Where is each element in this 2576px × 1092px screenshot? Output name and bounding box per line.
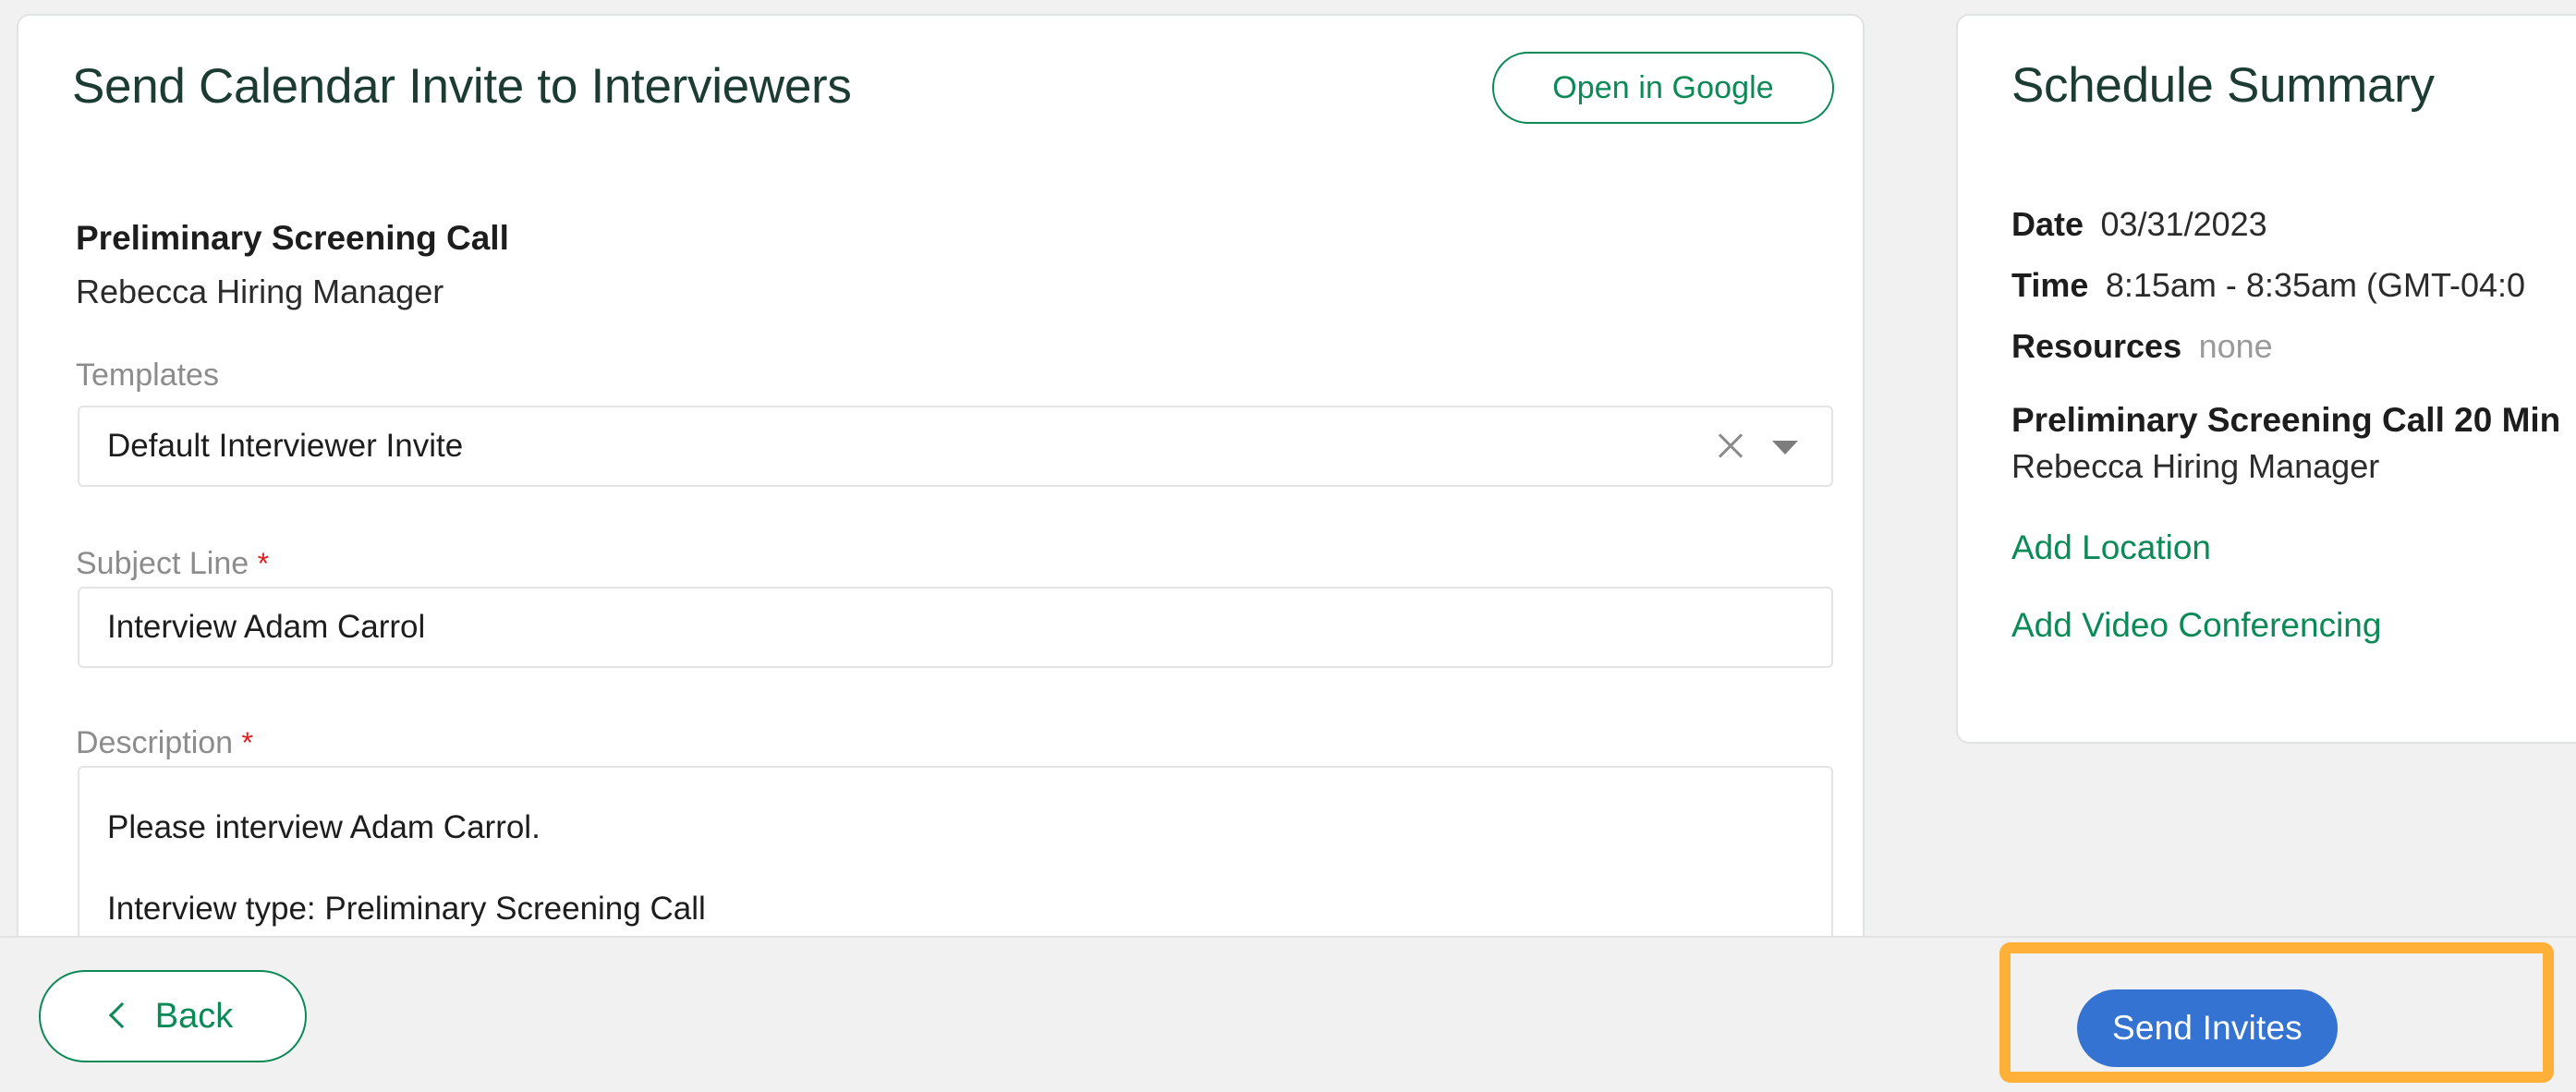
send-invites-button[interactable]: Send Invites (2077, 989, 2338, 1067)
schedule-summary-rows: Date 03/31/2023 Time 8:15am - 8:35am (GM… (2011, 205, 2576, 486)
back-button-label: Back (154, 996, 234, 1036)
open-in-google-button[interactable]: Open in Google (1492, 52, 1834, 124)
description-line-2: Interview type: Preliminary Screening Ca… (107, 891, 706, 927)
description-label: Description * (76, 725, 253, 761)
summary-interview-block: Preliminary Screening Call 20 Min Rebecc… (2011, 401, 2576, 486)
required-marker: * (241, 726, 253, 759)
schedule-summary-card: Schedule Summary Date 03/31/2023 Time 8:… (1956, 14, 2576, 744)
chevron-left-icon (108, 1001, 135, 1029)
footer-action-bar: Back Send Invites (0, 936, 2576, 1092)
subject-line-input[interactable]: Interview Adam Carrol (78, 587, 1833, 668)
summary-value: 8:15am - 8:35am (GMT-04:0 (2105, 266, 2526, 304)
required-marker: * (257, 547, 270, 580)
page-title: Send Calendar Invite to Interviewers (72, 59, 852, 114)
app-page: Send Calendar Invite to Interviewers Ope… (0, 0, 2576, 1092)
calendar-invite-card: Send Calendar Invite to Interviewers Ope… (17, 14, 1865, 936)
templates-label: Templates (76, 358, 219, 394)
summary-interview-subtitle: Rebecca Hiring Manager (2011, 447, 2380, 485)
summary-value: none (2198, 327, 2273, 365)
event-name: Preliminary Screening Call (76, 219, 509, 257)
schedule-summary-title: Schedule Summary (2011, 58, 2435, 113)
summary-value: 03/31/2023 (2100, 205, 2267, 243)
summary-key: Time (2011, 266, 2089, 304)
templates-selected-value: Default Interviewer Invite (107, 428, 464, 464)
description-textarea[interactable]: Please interview Adam Carrol. Interview … (78, 766, 1833, 936)
templates-select[interactable]: Default Interviewer Invite (78, 406, 1833, 487)
subject-line-label: Subject Line * (76, 546, 269, 582)
cards-area: Send Calendar Invite to Interviewers Ope… (0, 0, 2576, 936)
card-header: Send Calendar Invite to Interviewers Ope… (18, 16, 1863, 164)
add-location-link[interactable]: Add Location (2011, 528, 2381, 567)
subject-line-value: Interview Adam Carrol (107, 609, 426, 645)
event-organizer: Rebecca Hiring Manager (76, 273, 444, 310)
description-line-1: Please interview Adam Carrol. (107, 809, 541, 845)
add-video-conferencing-link[interactable]: Add Video Conferencing (2011, 606, 2381, 645)
summary-interview-title: Preliminary Screening Call 20 Min (2011, 401, 2561, 439)
close-icon[interactable] (1709, 425, 1752, 467)
summary-row-date: Date 03/31/2023 (2011, 205, 2576, 244)
chevron-down-icon[interactable] (1761, 425, 1809, 467)
subject-line-label-text: Subject Line (76, 546, 249, 581)
back-button[interactable]: Back (39, 970, 307, 1062)
description-blank-line (107, 851, 1804, 886)
schedule-summary-links: Add Location Add Video Conferencing (2011, 528, 2381, 684)
templates-label-text: Templates (76, 358, 219, 393)
summary-row-resources: Resources none (2011, 327, 2576, 366)
description-label-text: Description (76, 725, 234, 760)
summary-row-time: Time 8:15am - 8:35am (GMT-04:0 (2011, 266, 2576, 305)
summary-key: Date (2011, 205, 2084, 243)
summary-key: Resources (2011, 327, 2182, 365)
